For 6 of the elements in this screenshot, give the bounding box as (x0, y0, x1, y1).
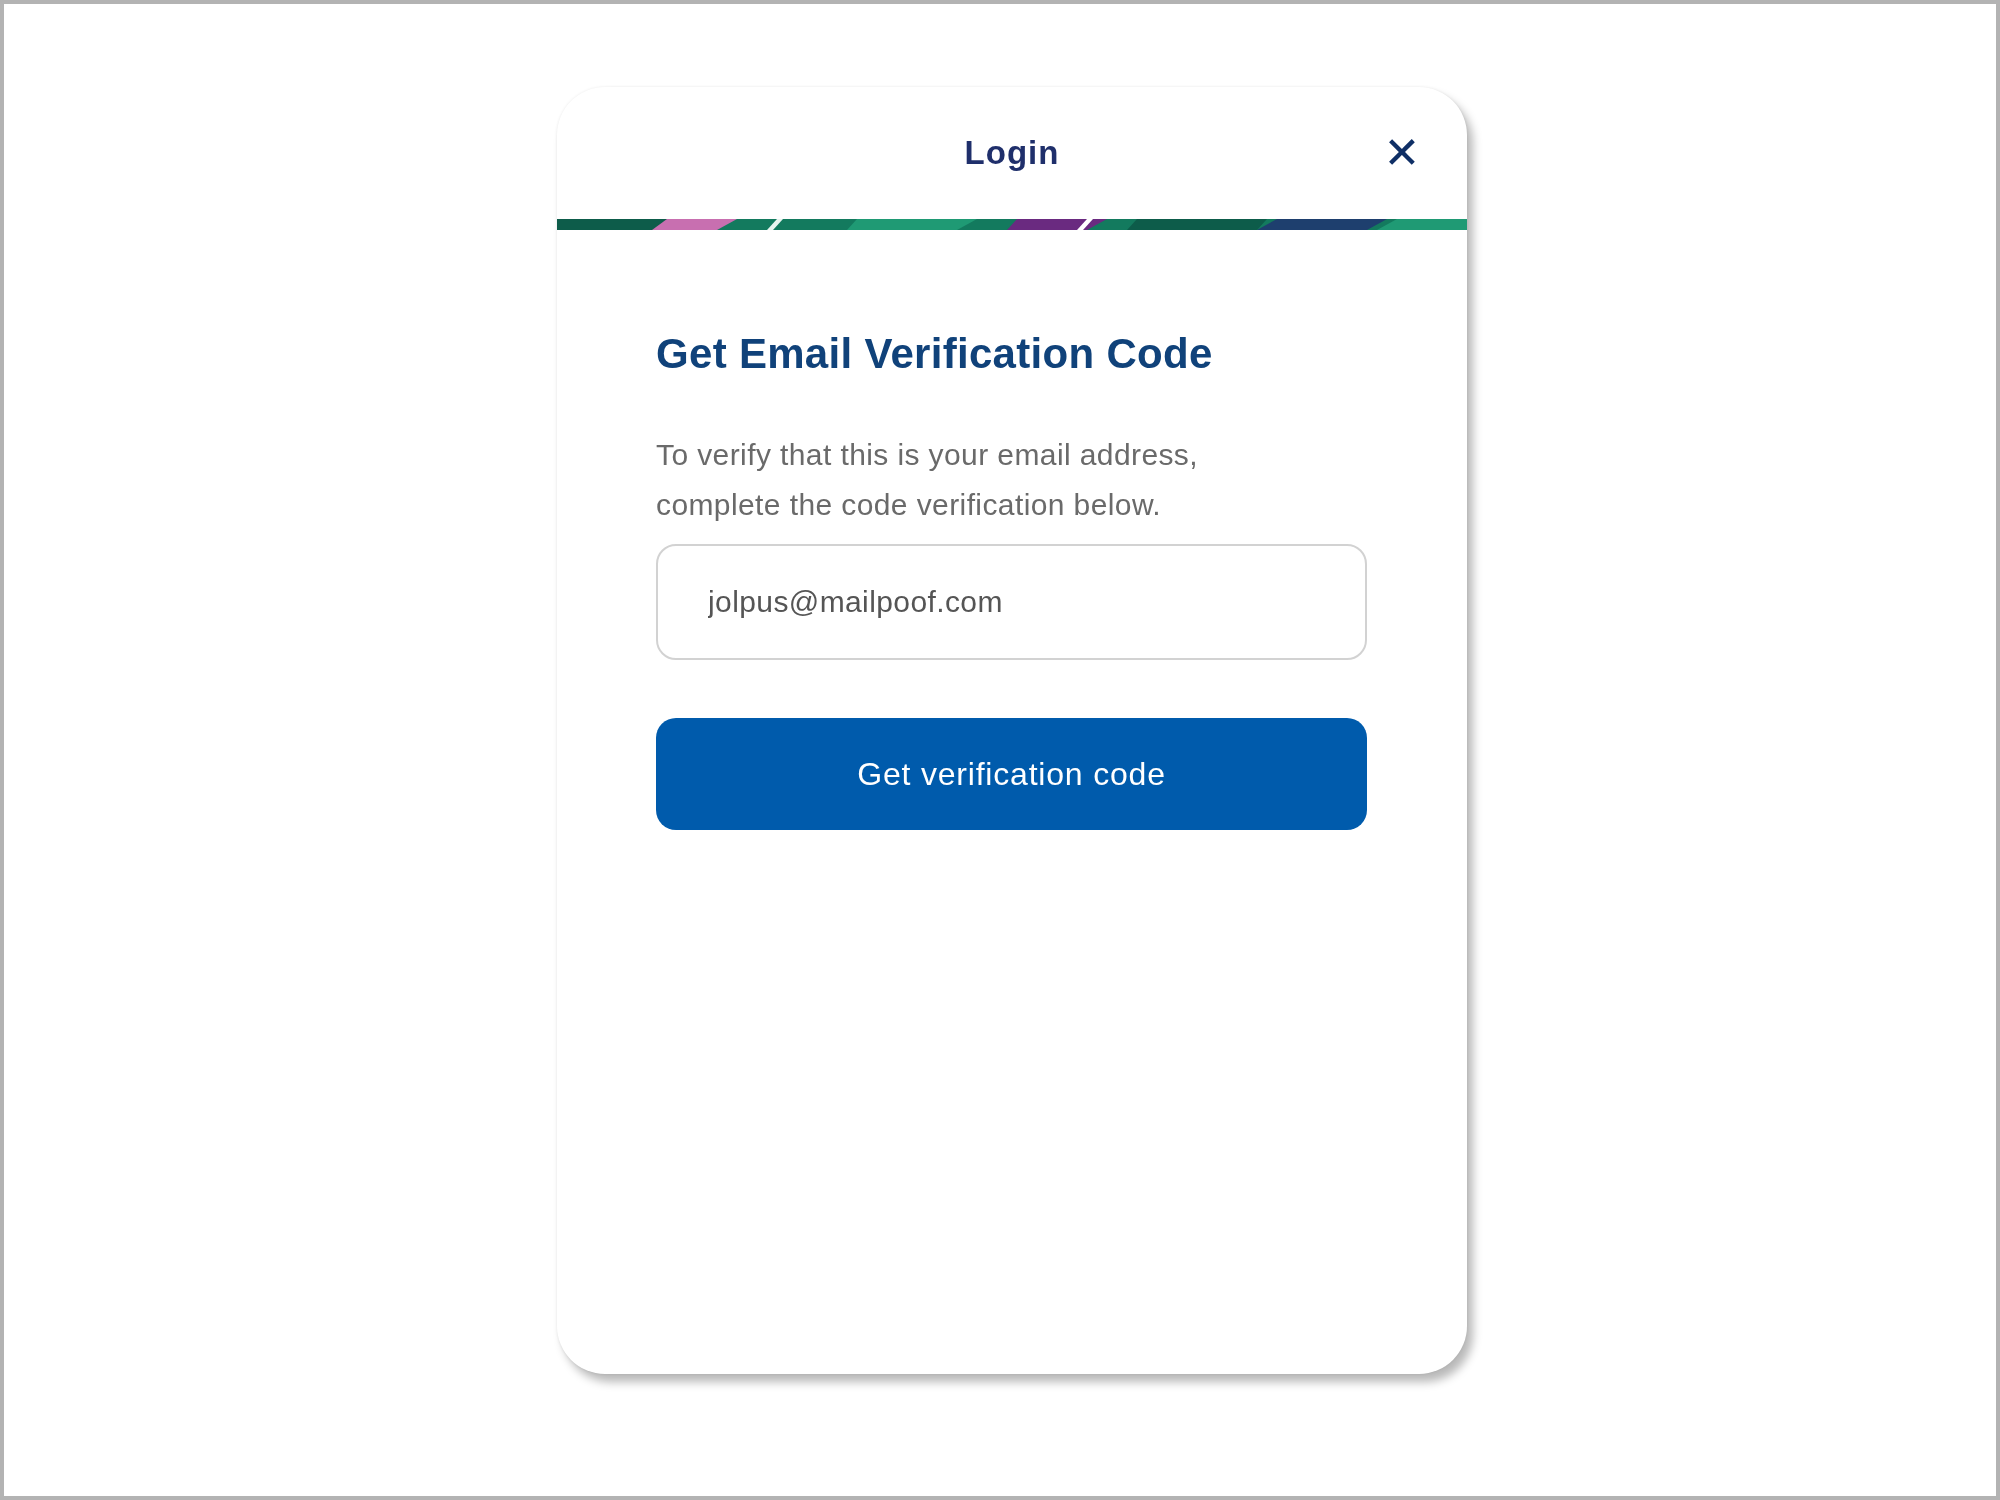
heading: Get Email Verification Code (656, 330, 1214, 378)
dialog-title: Login (964, 134, 1060, 172)
description-text: To verify that this is your email address, complete the code verification below. (656, 437, 1199, 523)
close-button[interactable]: ✕ (1379, 130, 1425, 176)
email-field[interactable]: jolpus@mailpoof.com (656, 544, 1367, 660)
get-code-button[interactable]: Get verification code (656, 718, 1367, 830)
